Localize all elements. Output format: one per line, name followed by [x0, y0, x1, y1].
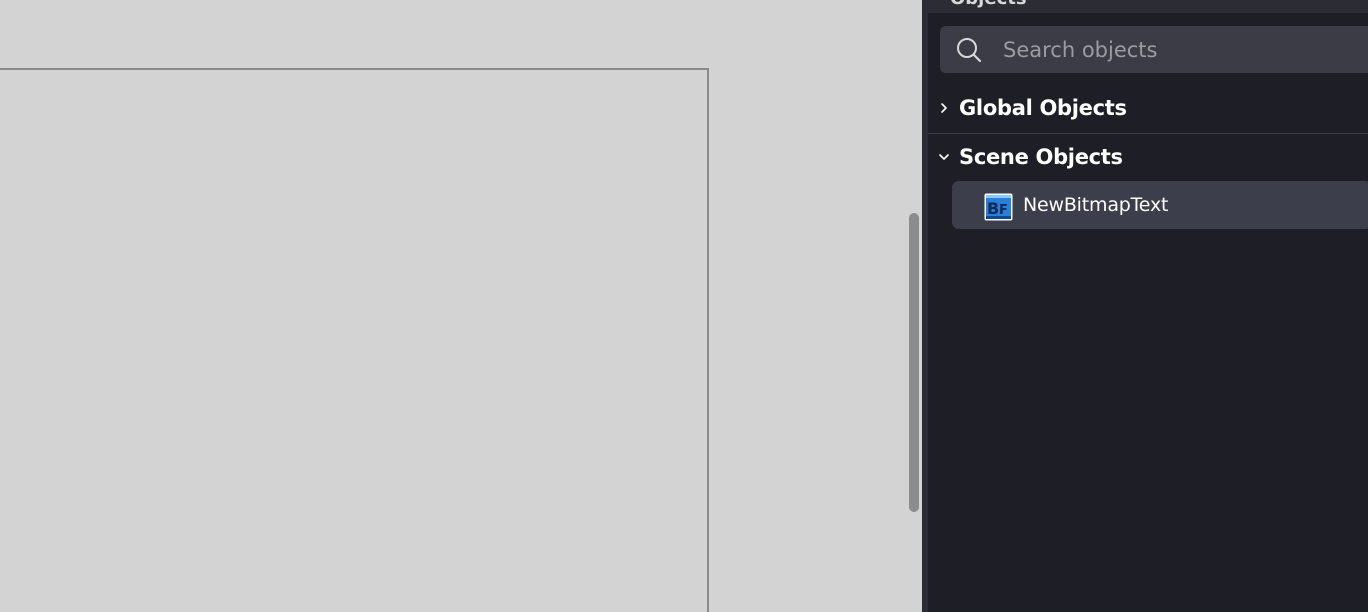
objects-panel: Objects Global Objects: [928, 0, 1368, 612]
group-divider: [928, 133, 1368, 134]
chevron-right-icon[interactable]: [938, 100, 950, 114]
search-box[interactable]: [940, 26, 1368, 73]
objects-panel-title: Objects: [950, 0, 1027, 9]
svg-text:F: F: [999, 203, 1008, 218]
search-input[interactable]: [1000, 26, 1363, 73]
global-objects-group[interactable]: Global Objects: [928, 88, 1368, 128]
object-label: NewBitmapText: [1023, 194, 1169, 216]
chevron-down-icon[interactable]: [938, 149, 950, 163]
scene-objects-label: Scene Objects: [959, 145, 1123, 169]
bitmap-text-icon: B F: [984, 193, 1013, 221]
scene-canvas[interactable]: [0, 0, 922, 612]
scene-objects-group[interactable]: Scene Objects: [928, 137, 1368, 177]
global-objects-label: Global Objects: [959, 96, 1127, 120]
editor-root: Objects Global Objects: [0, 0, 1368, 612]
objects-panel-header: Objects: [928, 0, 1368, 13]
svg-text:B: B: [987, 199, 999, 218]
scene-bounds-outline: [0, 68, 709, 612]
canvas-scrollbar-thumb[interactable]: [909, 213, 919, 512]
search-icon: [956, 37, 982, 63]
list-item-newbitmaptext[interactable]: B F NewBitmapText: [952, 181, 1368, 229]
